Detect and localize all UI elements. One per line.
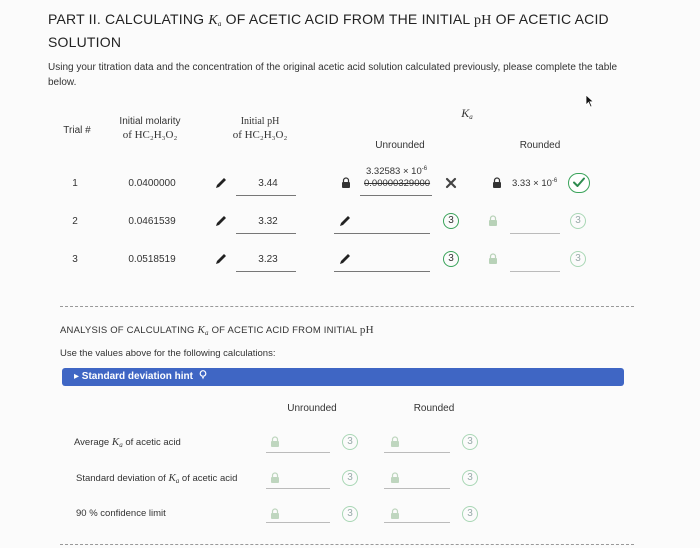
hint-label: ▸ Standard deviation hint [74, 371, 193, 382]
ph-input-line[interactable] [236, 233, 296, 234]
lock-icon [271, 436, 279, 447]
col-header-rounded: Rounded [519, 140, 561, 151]
incorrect-x-icon [445, 177, 457, 189]
attempts-badge: 3 [462, 434, 478, 450]
ph-input-line[interactable] [236, 195, 296, 196]
lock-icon [391, 508, 399, 519]
attempts-badge: 3 [443, 251, 459, 267]
title-text: OF ACETIC ACID FROM THE INITIAL [225, 11, 470, 27]
lock-icon [493, 177, 501, 188]
attempts-badge: 3 [462, 470, 478, 486]
ka-unrounded-input-line[interactable] [360, 195, 432, 196]
section-divider [60, 544, 634, 545]
analysis-col-unrounded: Unrounded [287, 403, 337, 414]
title-text: OF ACETIC ACID [495, 11, 609, 27]
std-dev-unrounded-input[interactable] [266, 488, 330, 489]
attempts-badge: 3 [342, 470, 358, 486]
ka-symbol: Ka [208, 13, 222, 28]
ka-rounded-value: 3.33 × 10-6 [512, 178, 558, 189]
std-dev-rounded-input[interactable] [384, 488, 450, 489]
ka-unrounded-wrong-entry: 0.00000329000 [364, 178, 431, 189]
attempts-badge: 3 [342, 434, 358, 450]
lock-icon [489, 215, 497, 226]
col-header-unrounded: Unrounded [375, 140, 425, 151]
title-text: PART II. CALCULATING [48, 11, 205, 27]
trial-number: 2 [72, 216, 78, 227]
ka-rounded-input-line[interactable] [510, 233, 560, 234]
molarity-value: 0.0518519 [128, 254, 176, 265]
title-text: SOLUTION [48, 34, 122, 50]
pencil-icon[interactable] [214, 176, 228, 190]
ph-value[interactable]: 3.23 [248, 254, 288, 265]
lock-icon [271, 508, 279, 519]
confidence-rounded-input[interactable] [384, 522, 450, 523]
molarity-value: 0.0400000 [128, 178, 176, 189]
correct-check-badge [568, 173, 590, 193]
attempts-badge: 3 [570, 213, 586, 229]
confidence-unrounded-input[interactable] [266, 522, 330, 523]
ka-unrounded-input-line[interactable] [334, 233, 430, 234]
page-title: PART II. CALCULATING Ka OF ACETIC ACID F… [48, 10, 648, 51]
average-unrounded-input[interactable] [266, 452, 330, 453]
section-divider [60, 306, 634, 307]
pencil-icon[interactable] [338, 252, 352, 266]
analysis-instruction: Use the values above for the following c… [60, 348, 276, 359]
intro-text: Using your titration data and the concen… [48, 62, 618, 88]
col-header-trial: Trial # [63, 125, 91, 136]
attempts-badge: 3 [570, 251, 586, 267]
lightbulb-icon [199, 370, 207, 380]
trial-number: 1 [72, 178, 78, 189]
mouse-cursor-icon [585, 94, 595, 108]
analysis-title: ANALYSIS OF CALCULATING Ka OF ACETIC ACI… [60, 324, 374, 337]
average-rounded-input[interactable] [384, 452, 450, 453]
attempts-badge: 3 [443, 213, 459, 229]
checkmark-icon [573, 177, 585, 187]
pencil-icon[interactable] [214, 214, 228, 228]
col-header-ka: Ka [461, 106, 473, 121]
ph-value[interactable]: 3.44 [248, 178, 288, 189]
ka-unrounded-answer: 3.32583 × 10-6 [366, 166, 428, 177]
lock-icon [489, 253, 497, 264]
trial-number: 3 [72, 254, 78, 265]
molarity-value: 0.0461539 [128, 216, 176, 227]
ka-rounded-input-line[interactable] [510, 271, 560, 272]
lock-icon [342, 177, 350, 188]
confidence-limit-label: 90 % confidence limit [76, 508, 166, 519]
attempts-badge: 3 [462, 506, 478, 522]
attempts-badge: 3 [342, 506, 358, 522]
analysis-col-rounded: Rounded [413, 403, 455, 414]
std-dev-ka-label: Standard deviation of Ka of acetic acid [76, 472, 238, 485]
col-header-ph: Initial pH of HC₂H₃O₂ [232, 116, 288, 141]
lock-icon [391, 436, 399, 447]
ph-input-line[interactable] [236, 271, 296, 272]
lock-icon [271, 472, 279, 483]
standard-deviation-hint-button[interactable]: ▸ Standard deviation hint [62, 368, 624, 386]
lock-icon [391, 472, 399, 483]
col-header-molarity: Initial molarity of HC₂H₃O₂ [119, 116, 181, 141]
pencil-icon[interactable] [214, 252, 228, 266]
ph-symbol: pH [474, 13, 492, 28]
average-ka-label: Average Ka of acetic acid [74, 436, 181, 449]
ka-unrounded-input-line[interactable] [334, 271, 430, 272]
ph-value[interactable]: 3.32 [248, 216, 288, 227]
pencil-icon[interactable] [338, 214, 352, 228]
